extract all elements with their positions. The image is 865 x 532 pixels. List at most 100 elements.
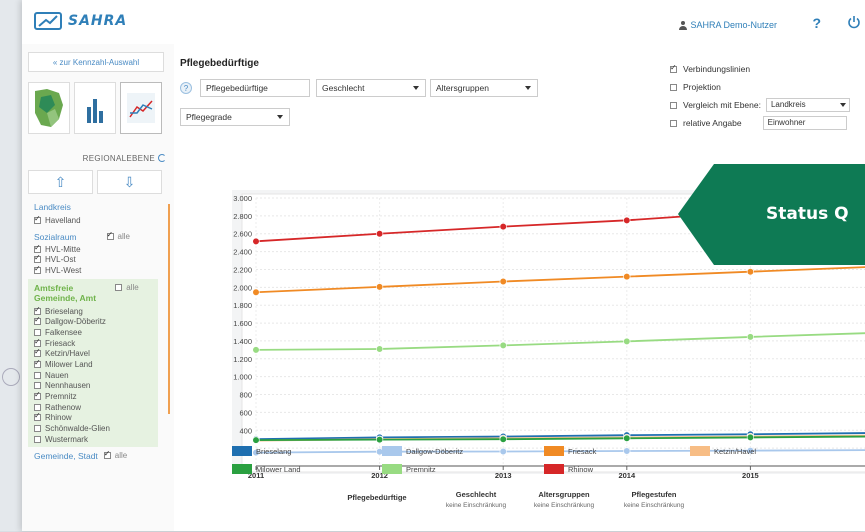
gemeinde-checkbox[interactable] [34, 305, 41, 315]
landkreis-item[interactable]: Havelland [22, 214, 174, 226]
amtsfreie-alle[interactable]: alle [115, 283, 139, 292]
data-point[interactable] [623, 337, 631, 345]
legend-label: Rhinow [568, 464, 594, 474]
gemeinde-item[interactable]: Friesack [22, 337, 158, 349]
sozialraum-item[interactable]: HVL-West [22, 264, 174, 276]
data-point[interactable] [746, 268, 755, 276]
gemeinde-checkbox[interactable] [34, 403, 41, 411]
projektion-checkbox[interactable] [670, 83, 677, 91]
vergleich-checkbox[interactable] [670, 101, 677, 109]
legend-item[interactable]: Friesack [544, 446, 596, 456]
gemeinde-checkbox[interactable] [34, 382, 41, 390]
amtsfreie-alle-checkbox[interactable] [115, 284, 123, 292]
gemeinde-stadt-alle[interactable]: alle [103, 449, 127, 460]
data-point[interactable] [252, 237, 260, 245]
data-point[interactable] [499, 341, 507, 349]
user-menu[interactable]: SAHRA Demo-Nutzer [679, 20, 777, 30]
sozialraum-checkbox[interactable] [34, 243, 41, 253]
verbindungslinien-checkbox[interactable] [670, 63, 677, 73]
option-verbindungslinien[interactable]: Verbindungslinien [670, 60, 850, 78]
option-relative[interactable]: relative Angabe Einwohner [670, 114, 850, 132]
data-point[interactable] [252, 436, 260, 444]
data-point[interactable] [623, 434, 631, 442]
measure-field[interactable]: Pflegebedürftige [200, 79, 310, 97]
power-icon[interactable] [847, 15, 861, 29]
data-point[interactable] [499, 435, 507, 443]
sozialraum-checkbox[interactable] [34, 264, 41, 274]
option-vergleich[interactable]: Vergleich mit Ebene: Landkreis [670, 96, 850, 114]
gemeinde-item[interactable]: Premnitz [22, 390, 158, 402]
sozialraum-label: HVL-West [45, 265, 82, 275]
data-point[interactable] [746, 333, 755, 341]
gemeinde-stadt-alle-checkbox[interactable] [103, 449, 111, 460]
gemeinde-checkbox[interactable] [34, 315, 41, 326]
gemeinde-checkbox[interactable] [34, 337, 41, 347]
gemeinde-item[interactable]: Milower Land [22, 358, 158, 370]
level-down-button[interactable]: ⇩ [97, 170, 162, 194]
legend-item[interactable]: Brieselang [232, 446, 291, 456]
data-point[interactable] [746, 433, 755, 442]
gemeinde-item[interactable]: Dallgow-Döberitz [22, 315, 158, 327]
data-point[interactable] [623, 273, 631, 281]
gemeinde-checkbox[interactable] [34, 371, 41, 379]
back-to-selection-link[interactable]: « zur Kennzahl-Auswahl [28, 52, 164, 72]
legend-item[interactable]: Rhinow [544, 464, 593, 474]
data-point[interactable] [376, 283, 384, 291]
sozialraum-item[interactable]: HVL-Ost [22, 253, 174, 265]
help-button[interactable]: ? [812, 15, 821, 31]
gemeinde-item[interactable]: Nauen [22, 370, 158, 381]
gemeinde-item[interactable]: Rathenow [22, 402, 158, 413]
sozialraum-item[interactable]: HVL-Mitte [22, 243, 174, 255]
y-tick-label: 2.400 [233, 248, 252, 257]
gemeinde-checkbox[interactable] [34, 435, 41, 443]
refresh-icon[interactable] [158, 154, 166, 162]
gemeinde-item[interactable]: Brieselang [22, 305, 158, 317]
sozialraum-alle[interactable]: alle [106, 230, 130, 241]
gemeinde-checkbox[interactable] [34, 358, 41, 369]
vergleich-ebene-select[interactable]: Landkreis [765, 98, 850, 112]
bar-chart-tab[interactable] [74, 82, 116, 134]
pflegegrade-select[interactable]: Pflegegrade [180, 108, 290, 126]
help-icon[interactable]: ? [180, 82, 192, 94]
data-point[interactable] [623, 216, 631, 224]
gemeinde-item[interactable]: Wustermark [22, 434, 158, 445]
data-point[interactable] [376, 436, 384, 444]
gemeinde-checkbox[interactable] [34, 328, 41, 336]
gemeinde-checkbox[interactable] [34, 390, 41, 401]
option-projektion[interactable]: Projektion [670, 78, 850, 96]
legend-item[interactable]: Ketzin/Havel [690, 446, 756, 456]
level-up-button[interactable]: ⇧ [28, 170, 93, 194]
gemeinde-label: Rhinow [45, 413, 72, 423]
left-sidebar: « zur Kennzahl-Auswahl REGIONALEBENE ⇧ ⇩… [22, 44, 175, 531]
relative-basis-input[interactable]: Einwohner [762, 116, 847, 130]
gemeinde-item[interactable]: Rhinow [22, 411, 158, 424]
gemeinde-item[interactable]: Nennhausen [22, 381, 158, 392]
relative-checkbox[interactable] [670, 119, 677, 127]
gemeinde-item[interactable]: Schönwalde-Glien [22, 423, 158, 434]
gemeinde-item[interactable]: Ketzin/Havel [22, 347, 158, 360]
line-chart-icon [127, 93, 155, 123]
line-chart-tab[interactable] [120, 82, 162, 134]
legend-item[interactable]: Premnitz [382, 464, 436, 474]
geschlecht-select[interactable]: Geschlecht [316, 79, 426, 97]
gemeinde-checkbox[interactable] [34, 347, 41, 358]
sozialraum-alle-checkbox[interactable] [106, 230, 114, 241]
data-point[interactable] [252, 346, 260, 354]
data-point[interactable] [252, 288, 260, 296]
gemeinde-checkbox[interactable] [34, 425, 41, 433]
legend-item[interactable]: Dallgow-Döberitz [382, 446, 463, 456]
gemeinde-item[interactable]: Falkensee [22, 327, 158, 338]
gemeinde-checkbox[interactable] [34, 411, 41, 422]
data-point[interactable] [499, 277, 507, 286]
sahra-logo[interactable]: SAHRA [34, 12, 127, 30]
data-point[interactable] [376, 345, 384, 353]
legend-item[interactable]: Milower Land [232, 464, 301, 474]
data-point[interactable] [623, 447, 631, 455]
data-point[interactable] [376, 230, 384, 238]
data-point[interactable] [499, 447, 507, 456]
map-view-tab[interactable] [28, 82, 70, 134]
altersgruppen-select[interactable]: Altersgruppen [430, 79, 538, 97]
landkreis-checkbox[interactable] [34, 214, 41, 224]
sozialraum-checkbox[interactable] [34, 253, 41, 264]
data-point[interactable] [499, 222, 507, 231]
